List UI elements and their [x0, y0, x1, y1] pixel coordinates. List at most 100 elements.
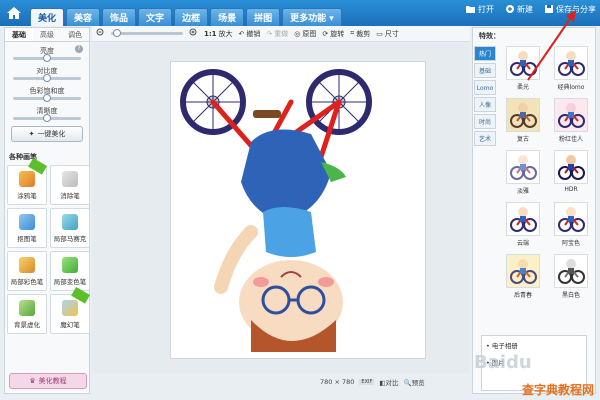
brightness-slider[interactable] — [13, 54, 81, 62]
effect-item[interactable]: 后青春 — [501, 254, 545, 302]
tool-mosaic[interactable]: 局部马赛克 — [50, 208, 90, 248]
tutorial-button[interactable]: ♛ 美化教程 — [9, 373, 87, 389]
effect-item[interactable]: 黑白色 — [549, 254, 593, 302]
tool-local-color[interactable]: 局部彩色笔 — [7, 251, 47, 291]
save-icon — [545, 4, 553, 15]
undo-label: 撤销 — [246, 29, 261, 38]
saturation-knob[interactable] — [43, 94, 51, 102]
zoom-in-icon[interactable] — [189, 28, 198, 39]
original-button[interactable]: ◎ 原图 — [294, 29, 316, 39]
effect-item[interactable]: 柔光 — [501, 46, 545, 94]
effect-label: HDR — [564, 186, 578, 193]
size-label: 尺寸 — [384, 29, 399, 38]
effect-item[interactable]: HDR — [549, 150, 593, 198]
rotate-button[interactable]: ⟳ 旋转 — [322, 29, 344, 39]
tool-label: 消除笔 — [60, 191, 80, 200]
effect-item[interactable]: 经典lomo — [549, 46, 593, 94]
category-basic[interactable]: 基础 — [474, 63, 496, 78]
blur-icon — [19, 299, 35, 316]
category-portrait[interactable]: 人像 — [474, 97, 496, 112]
effect-item[interactable]: 云端 — [501, 202, 545, 250]
redo-button[interactable]: ↷ 重做 — [266, 29, 288, 39]
tool-eraser[interactable]: 消除笔 — [50, 165, 90, 205]
brush-tools: 涂鸦笔 消除笔 抠图笔 局部马赛克 局部彩色笔 局部变色笔 背景虚化 魔幻笔 — [5, 158, 90, 334]
contrast-knob[interactable] — [43, 74, 51, 82]
recolor-icon — [62, 256, 78, 273]
effect-categories: 热门 基础 Lomo 人像 时尚 艺术 — [474, 46, 496, 146]
effect-label: 云端 — [516, 240, 529, 247]
open-button[interactable]: 打开 — [466, 4, 494, 15]
effect-item[interactable]: 阿宝色 — [549, 202, 593, 250]
tutorial-label: 美化教程 — [38, 377, 67, 385]
tab-face[interactable]: 美容 — [66, 8, 101, 26]
tool-cutout[interactable]: 抠图笔 — [7, 208, 47, 248]
save-share-button[interactable]: 保存与分享 — [545, 4, 596, 15]
tab-accessory[interactable]: 饰品 — [102, 8, 137, 26]
effect-label: 后青春 — [513, 292, 532, 299]
original-label: 原图 — [302, 29, 317, 38]
zoom-slider-knob[interactable] — [113, 29, 121, 37]
tool-local-recolor[interactable]: 局部变色笔 — [50, 251, 90, 291]
new-label: 新建 — [517, 5, 533, 14]
brightness-knob[interactable] — [43, 54, 51, 62]
photo-canvas[interactable] — [170, 61, 426, 359]
compare-button[interactable]: ◧对比 — [379, 377, 398, 387]
ratio-button[interactable]: 1:1 放大 — [204, 29, 233, 39]
tab-scene[interactable]: 场景 — [210, 8, 245, 26]
tab-border[interactable]: 边框 — [174, 8, 209, 26]
tab-advanced[interactable]: 高级 — [33, 28, 61, 41]
effect-preview — [506, 202, 540, 236]
original-icon: ◎ — [294, 29, 301, 38]
contrast-slider[interactable] — [13, 74, 81, 82]
tool-label: 魔幻笔 — [60, 320, 80, 329]
category-hot[interactable]: 热门 — [474, 46, 496, 61]
zoom-slider[interactable] — [111, 29, 183, 37]
home-icon[interactable] — [2, 2, 26, 24]
tab-text[interactable]: 文字 — [138, 8, 173, 26]
crop-button[interactable]: ⌗ 裁剪 — [350, 29, 370, 39]
list-item[interactable]: • 电子相册 — [486, 340, 582, 350]
wand-icon: ✦ — [28, 130, 35, 138]
tool-magic[interactable]: 魔幻笔 — [50, 287, 90, 334]
category-fashion[interactable]: 时尚 — [474, 114, 496, 129]
category-art[interactable]: 艺术 — [474, 131, 496, 146]
effect-label: 经典lomo — [557, 84, 585, 91]
size-icon: ▭ — [376, 29, 383, 38]
effect-item[interactable]: 复古 — [501, 98, 545, 146]
adjust-tabs: 基础 高级 调色 — [5, 28, 89, 42]
tab-beautify[interactable]: 美化 — [30, 8, 65, 26]
enlarge-label: 放大 — [218, 29, 233, 38]
undo-icon: ↶ — [238, 29, 245, 38]
exif-badge[interactable]: EXIF — [359, 379, 375, 385]
tool-label: 抠图笔 — [17, 234, 37, 243]
slider-list: 亮度 对比度 色彩饱和度 清晰度 — [5, 42, 89, 122]
color-brush-icon — [19, 256, 35, 273]
tool-doodle[interactable]: 涂鸦笔 — [7, 158, 47, 205]
preview-button[interactable]: 🔍预览 — [404, 377, 425, 387]
image-size: 780 × 780 — [320, 378, 355, 386]
effect-label: 粉红佳人 — [558, 136, 583, 143]
undo-button[interactable]: ↶ 撤销 — [239, 29, 261, 39]
effect-preview — [506, 254, 540, 288]
tab-color[interactable]: 调色 — [61, 28, 89, 41]
zoom-out-icon[interactable] — [96, 28, 105, 39]
tab-more[interactable]: 更多功能 ▾ — [282, 8, 342, 26]
category-lomo[interactable]: Lomo — [474, 80, 496, 95]
top-actions: 打开 新建 保存与分享 — [466, 4, 596, 15]
preview-label: 预览 — [411, 379, 425, 387]
sharpness-slider[interactable] — [13, 114, 81, 122]
saturation-slider[interactable] — [13, 94, 81, 102]
crown-icon: ♛ — [29, 377, 36, 385]
tab-basic[interactable]: 基础 — [5, 28, 33, 41]
effect-preview — [554, 98, 588, 132]
effect-item[interactable]: 粉红佳人 — [549, 98, 593, 146]
tool-bg-blur[interactable]: 背景虚化 — [7, 294, 47, 334]
sharpness-knob[interactable] — [43, 114, 51, 122]
tab-collage[interactable]: 拼图 — [246, 8, 281, 26]
size-button[interactable]: ▭ 尺寸 — [376, 29, 399, 39]
main-tabs: 美化 美容 饰品 文字 边框 场景 拼图 更多功能 ▾ — [30, 8, 344, 26]
one-click-beautify-button[interactable]: ✦ 一键美化 — [11, 126, 83, 142]
effect-item[interactable]: 淡雅 — [501, 150, 545, 198]
new-button[interactable]: 新建 — [506, 4, 533, 15]
help-icon[interactable]: ? — [75, 45, 83, 53]
